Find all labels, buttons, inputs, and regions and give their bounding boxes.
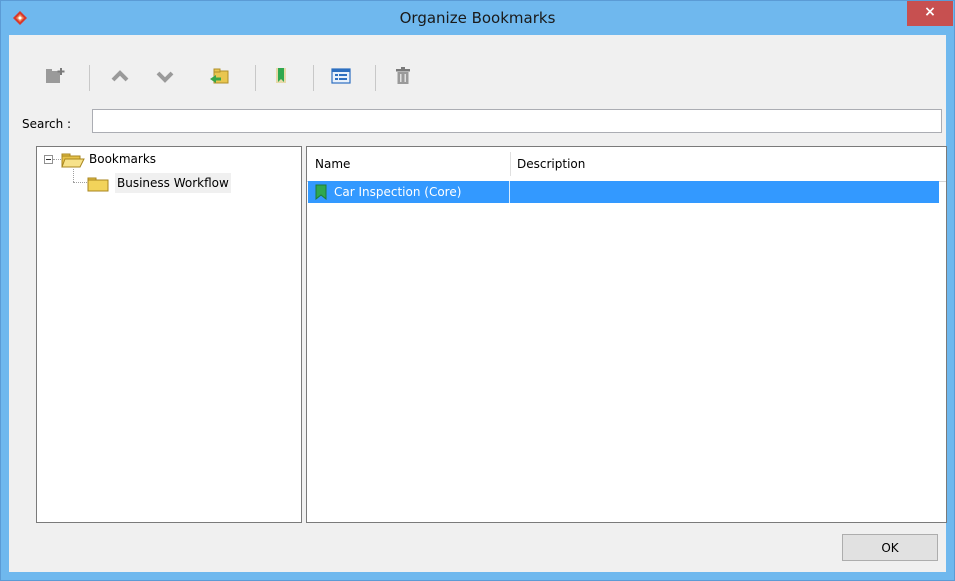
move-up-button[interactable] (108, 65, 132, 87)
collapse-toggle[interactable] (44, 155, 53, 164)
title-bar[interactable]: Organize Bookmarks × (1, 1, 954, 35)
chevron-up-icon (111, 70, 129, 82)
tree-connector (53, 159, 61, 160)
bookmarks-table[interactable]: Name Description Car Inspection (Core) (306, 146, 947, 523)
tree-item-business-workflow[interactable]: Business Workflow (87, 173, 297, 193)
properties-list-icon (331, 68, 351, 84)
bookmark-icon (276, 68, 286, 83)
window-title: Organize Bookmarks (399, 9, 556, 27)
search-label: Search : (22, 117, 72, 131)
chevron-down-icon (156, 71, 174, 83)
table-row[interactable]: Car Inspection (Core) (308, 181, 939, 203)
folder-icon (87, 177, 109, 192)
table-header: Name Description (307, 147, 946, 182)
column-divider[interactable] (510, 152, 511, 176)
tree-item-label: Business Workflow (115, 173, 231, 193)
toolbar (9, 35, 946, 109)
delete-button[interactable] (391, 65, 415, 87)
toolbar-separator (313, 65, 314, 91)
organize-bookmarks-dialog: Organize Bookmarks × Search: Bookmarks … (0, 0, 955, 581)
search-input[interactable] (92, 109, 942, 133)
dialog-body: Search : Bookmarks Business Workflow Nam… (9, 35, 947, 572)
cell-divider (509, 181, 510, 203)
tree-connector (73, 169, 74, 182)
folder-open-icon (61, 153, 85, 168)
column-header-name[interactable]: Name (310, 147, 510, 181)
trash-icon (396, 67, 410, 84)
close-button[interactable]: × (907, 1, 953, 26)
bookmark-description-cell (514, 181, 934, 203)
tree-item-bookmarks[interactable]: Bookmarks (61, 149, 291, 169)
toolbar-separator (255, 65, 256, 91)
bookmark-folder-tree[interactable]: Bookmarks Business Workflow (36, 146, 302, 523)
add-bookmark-button[interactable] (270, 65, 294, 87)
new-folder-button[interactable] (43, 65, 67, 87)
toolbar-separator (375, 65, 376, 91)
toolbar-separator (89, 65, 90, 91)
bookmark-name-cell: Car Inspection (Core) (334, 185, 462, 199)
tree-connector (73, 182, 87, 183)
tree-item-label: Bookmarks (89, 152, 157, 166)
column-header-description[interactable]: Description (512, 147, 937, 181)
folder-move-icon (210, 68, 229, 84)
properties-button[interactable] (329, 65, 353, 87)
ok-button[interactable]: OK (842, 534, 938, 561)
bookmark-icon (315, 184, 327, 200)
new-folder-icon (46, 68, 65, 83)
move-to-folder-button[interactable] (208, 65, 232, 87)
move-down-button[interactable] (153, 65, 177, 87)
